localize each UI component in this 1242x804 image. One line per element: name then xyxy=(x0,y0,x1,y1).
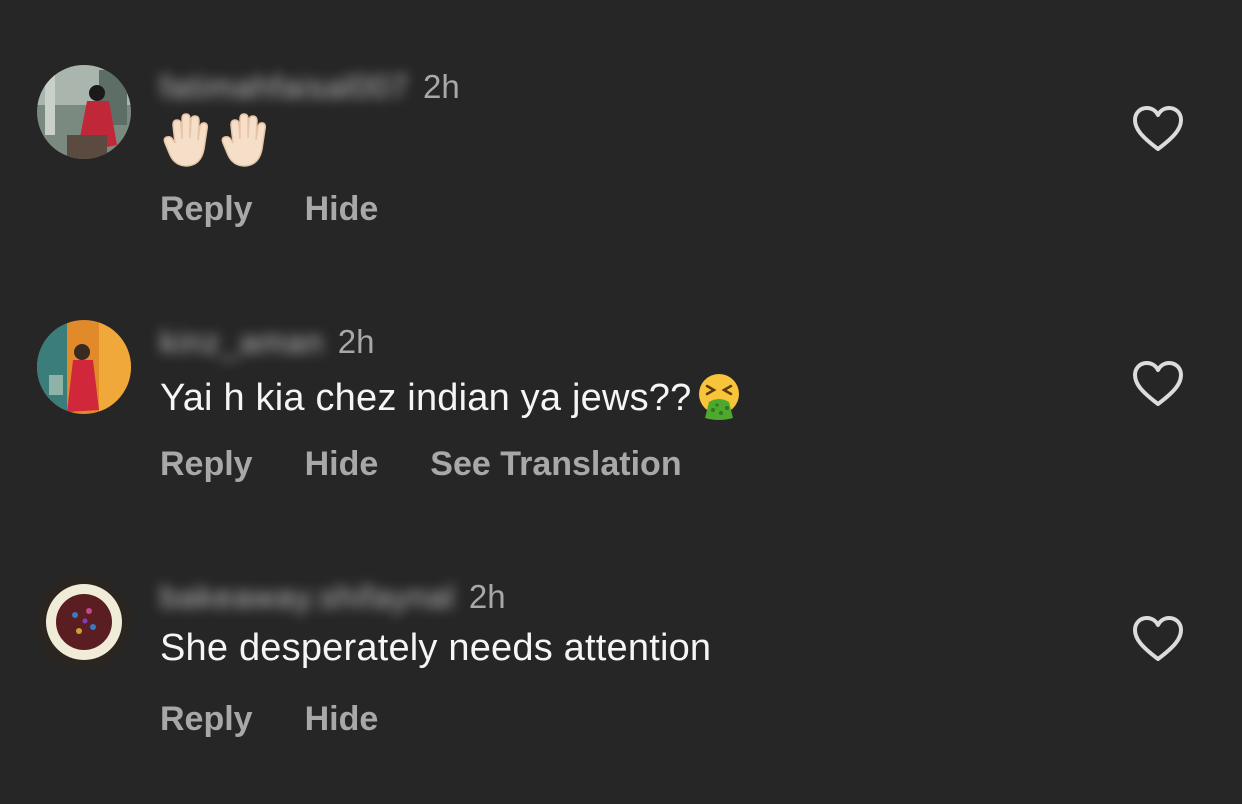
like-heart-icon[interactable] xyxy=(1132,105,1184,153)
avatar[interactable] xyxy=(37,575,131,669)
username[interactable]: kinz_aman xyxy=(160,324,324,361)
like-heart-icon[interactable] xyxy=(1132,615,1184,663)
timestamp: 2h xyxy=(337,323,375,360)
username[interactable]: fatimahfaisal007 xyxy=(160,69,409,106)
reply-button[interactable]: Reply xyxy=(160,445,253,484)
comment-text: She desperately needs attention xyxy=(160,627,711,670)
avatar-image xyxy=(37,65,131,159)
reply-button[interactable]: Reply xyxy=(160,700,253,739)
username[interactable]: bakeaway.shifaynal xyxy=(160,579,455,616)
comment-actions: Reply Hide xyxy=(160,190,378,229)
avatar[interactable] xyxy=(37,320,131,414)
comment-text: Yai h kia chez indian ya jews?? xyxy=(160,372,743,420)
hide-button[interactable]: Hide xyxy=(305,700,379,739)
vomiting-face-emoji xyxy=(699,374,740,420)
comment-actions: Reply Hide xyxy=(160,700,378,739)
see-translation-button[interactable]: See Translation xyxy=(430,445,681,484)
hide-button[interactable]: Hide xyxy=(305,190,379,229)
comment-meta: fatimahfaisal007 2h xyxy=(160,65,460,109)
comment-item: bakeaway.shifaynal 2h She desperately ne… xyxy=(0,575,1242,775)
hide-button[interactable]: Hide xyxy=(305,445,379,484)
comment-item: kinz_aman 2h Yai h kia chez indian ya je… xyxy=(0,320,1242,520)
like-heart-icon[interactable] xyxy=(1132,360,1184,408)
avatar-image xyxy=(37,575,131,669)
comment-text xyxy=(163,113,271,169)
timestamp: 2h xyxy=(423,68,460,105)
avatar[interactable] xyxy=(37,65,131,159)
comment-meta: bakeaway.shifaynal 2h xyxy=(160,575,506,619)
raised-hand-emoji xyxy=(221,113,266,167)
comment-body: She desperately needs attention xyxy=(160,627,712,669)
timestamp: 2h xyxy=(468,578,506,615)
comment-body: Yai h kia chez indian ya jews?? xyxy=(160,377,692,419)
raised-hand-emoji xyxy=(163,113,208,167)
avatar-image xyxy=(37,320,131,414)
reply-button[interactable]: Reply xyxy=(160,190,253,229)
comment-actions: Reply Hide See Translation xyxy=(160,445,682,484)
comment-item: fatimahfaisal007 2h Reply Hide xyxy=(0,65,1242,265)
comment-meta: kinz_aman 2h xyxy=(160,320,374,364)
